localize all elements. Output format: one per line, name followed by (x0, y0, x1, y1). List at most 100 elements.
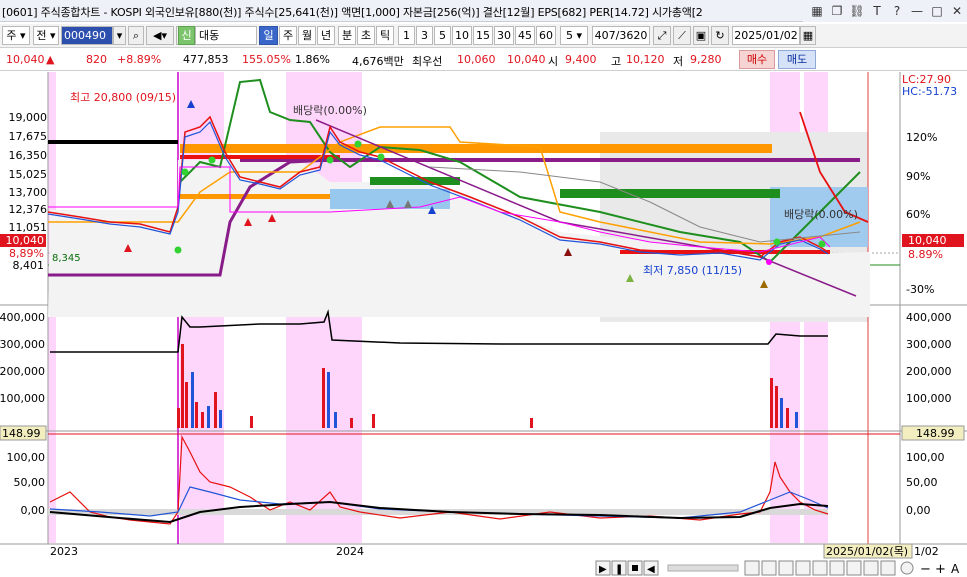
maximize-icon[interactable]: □ (929, 3, 945, 19)
pause-glyph: ❚ (615, 564, 623, 575)
grid-icon[interactable]: ▦ (809, 3, 825, 19)
volume-tick-4: 100,000 (0, 392, 45, 405)
compare-icon[interactable] (846, 560, 862, 576)
best-bid-label: 최우선 (412, 55, 443, 68)
minute-45-button[interactable]: 45 (515, 26, 535, 45)
osc-right-tick-1: 100,00 (906, 451, 945, 464)
calendar-icon[interactable]: ▦ (800, 26, 816, 45)
dividend-annotation-1: 배당락(0.00%) (293, 104, 367, 117)
x-label-2023: 2023 (50, 545, 78, 558)
minute-30-button[interactable]: 30 (494, 26, 514, 45)
type-select-label: 전 (36, 29, 47, 42)
price-tick-3: 16,350 (9, 149, 48, 162)
period-tab-second[interactable]: 초 (357, 26, 375, 45)
osc-tick-2: 50,00 (14, 476, 46, 489)
stock-name-field[interactable]: 대동 (195, 26, 257, 45)
fit-icon[interactable] (744, 560, 760, 576)
dividend-annotation-2: 배당락(0.00%) (784, 208, 858, 221)
buy-button[interactable]: 매수 (739, 50, 775, 69)
minute-60-button[interactable]: 60 (536, 26, 556, 45)
layout-icon[interactable] (863, 560, 879, 576)
minute-5-button[interactable]: 5 (434, 26, 451, 45)
print-icon[interactable] (880, 560, 896, 576)
settings-icon[interactable] (812, 560, 828, 576)
right-pct-label: 8.89% (908, 248, 943, 261)
black-level-1 (48, 140, 178, 144)
oscillator-right-axis: 100,00 50,00 0,00 (906, 451, 945, 517)
chart-svg[interactable]: 최고 20,800 (09/15) 최저 7,850 (11/15) 배당락(0… (0, 72, 967, 577)
volume-right-tick-2: 300,000 (906, 338, 952, 351)
osc-right-tick-3: 0,00 (906, 504, 931, 517)
play-back-glyph: ◀ (647, 564, 655, 575)
change-value: 820 (86, 53, 107, 66)
save-icon[interactable]: ▣ (693, 26, 709, 45)
trend-line-icon[interactable]: ⟋ (673, 26, 691, 45)
zoom-search-icon[interactable] (900, 561, 914, 575)
minimize-icon[interactable]: — (909, 3, 925, 19)
period-tab-week[interactable]: 주 (279, 26, 297, 45)
volume-y-axis: 400,000 300,000 200,000 100,000 (0, 311, 45, 405)
minute-1-button[interactable]: 1 (398, 26, 415, 45)
minute-3-button[interactable]: 3 (416, 26, 433, 45)
window-controls: ▦ ❐ ⛓ T ? — □ ✕ (803, 0, 967, 22)
current-price: 10,040 (6, 53, 45, 66)
type-select[interactable]: 전 ▾ (33, 26, 59, 45)
ref-price-annotation: 8,345 (52, 253, 81, 264)
up-arrow-icon: ▲ (46, 53, 55, 66)
quote-bar: 10,040 ▲ 820 +8.89% 477,853 155.05% 1.86… (0, 49, 967, 71)
date-input[interactable]: 2025/01/02 (732, 26, 800, 45)
trade-amount: 4,676백만 (352, 55, 404, 68)
period-tab-month[interactable]: 월 (298, 26, 316, 45)
volume-value: 477,853 (183, 53, 229, 66)
right-tick-3: 60% (906, 208, 930, 221)
zoom-out-button[interactable]: − (920, 562, 931, 577)
change-percent: +8.89% (117, 53, 162, 66)
minute-10-button[interactable]: 10 (452, 26, 472, 45)
minute-15-button[interactable]: 15 (473, 26, 493, 45)
market-select[interactable]: 주 ▾ (2, 26, 30, 45)
window-titlebar: [0601] 주식종합차트 - KOSPI 외국인보유[880(천)] 주식수[… (0, 0, 967, 22)
font-size-button[interactable]: A (951, 562, 960, 576)
left-low-tick: 8,401 (13, 259, 45, 272)
search-icon[interactable]: ⌕ (128, 26, 144, 45)
grid-toggle-icon[interactable] (761, 560, 777, 576)
osc-tick-3: 0,00 (21, 504, 46, 517)
stock-code-input[interactable]: 000490 (61, 26, 113, 45)
count-value: 407 (594, 29, 616, 42)
zoom-chart-icon[interactable]: ⤢ (653, 26, 671, 45)
code-dropdown-icon[interactable]: ▾ (113, 26, 126, 45)
volume-right-axis: 400,000 300,000 200,000 100,000 (906, 311, 952, 405)
open-label: 시 (548, 55, 559, 68)
low-label: 저 (673, 55, 684, 68)
stop-glyph (632, 565, 638, 571)
close-icon[interactable]: ✕ (949, 3, 965, 19)
refresh-icon[interactable]: ↻ (711, 26, 729, 45)
period-tab-year[interactable]: 년 (317, 26, 335, 45)
volume-right-tick-4: 100,000 (906, 392, 952, 405)
sell-button[interactable]: 매도 (778, 50, 816, 69)
low-price: 9,280 (690, 53, 722, 66)
text-icon[interactable]: T (869, 3, 885, 19)
zoom-in-button[interactable]: + (935, 562, 946, 577)
chart-nav-bar: ▶ ❚ ◀ − + A (0, 559, 967, 577)
copy-icon[interactable]: ❐ (829, 3, 845, 19)
orange-band (180, 144, 772, 153)
best-ask-price: 10,060 (457, 53, 496, 66)
help-icon[interactable]: ? (889, 3, 905, 19)
period-tab-minute[interactable]: 분 (338, 26, 356, 45)
reset-icon[interactable] (795, 560, 811, 576)
cursor-date-label: 2025/01/02(목) (826, 545, 908, 558)
indicator-icon[interactable] (829, 560, 845, 576)
period-tab-tick[interactable]: 틱 (376, 26, 394, 45)
price-tick-4: 15,025 (9, 168, 48, 181)
crosshair-icon[interactable] (778, 560, 794, 576)
link-icon[interactable]: ⛓ (849, 3, 865, 19)
chart-area[interactable]: 최고 20,800 (09/15) 최저 7,850 (11/15) 배당락(0… (0, 72, 967, 577)
interval-select[interactable]: 5 ▾ (560, 26, 588, 45)
count-field[interactable]: 407/3620 (592, 26, 650, 45)
scroll-slider[interactable] (667, 564, 739, 572)
low-annotation: 최저 7,850 (11/15) (643, 264, 742, 277)
turnover-rate: 1.86% (295, 53, 330, 66)
speaker-icon[interactable]: ◀▾ (146, 26, 174, 45)
period-tab-day[interactable]: 일 (259, 26, 278, 45)
